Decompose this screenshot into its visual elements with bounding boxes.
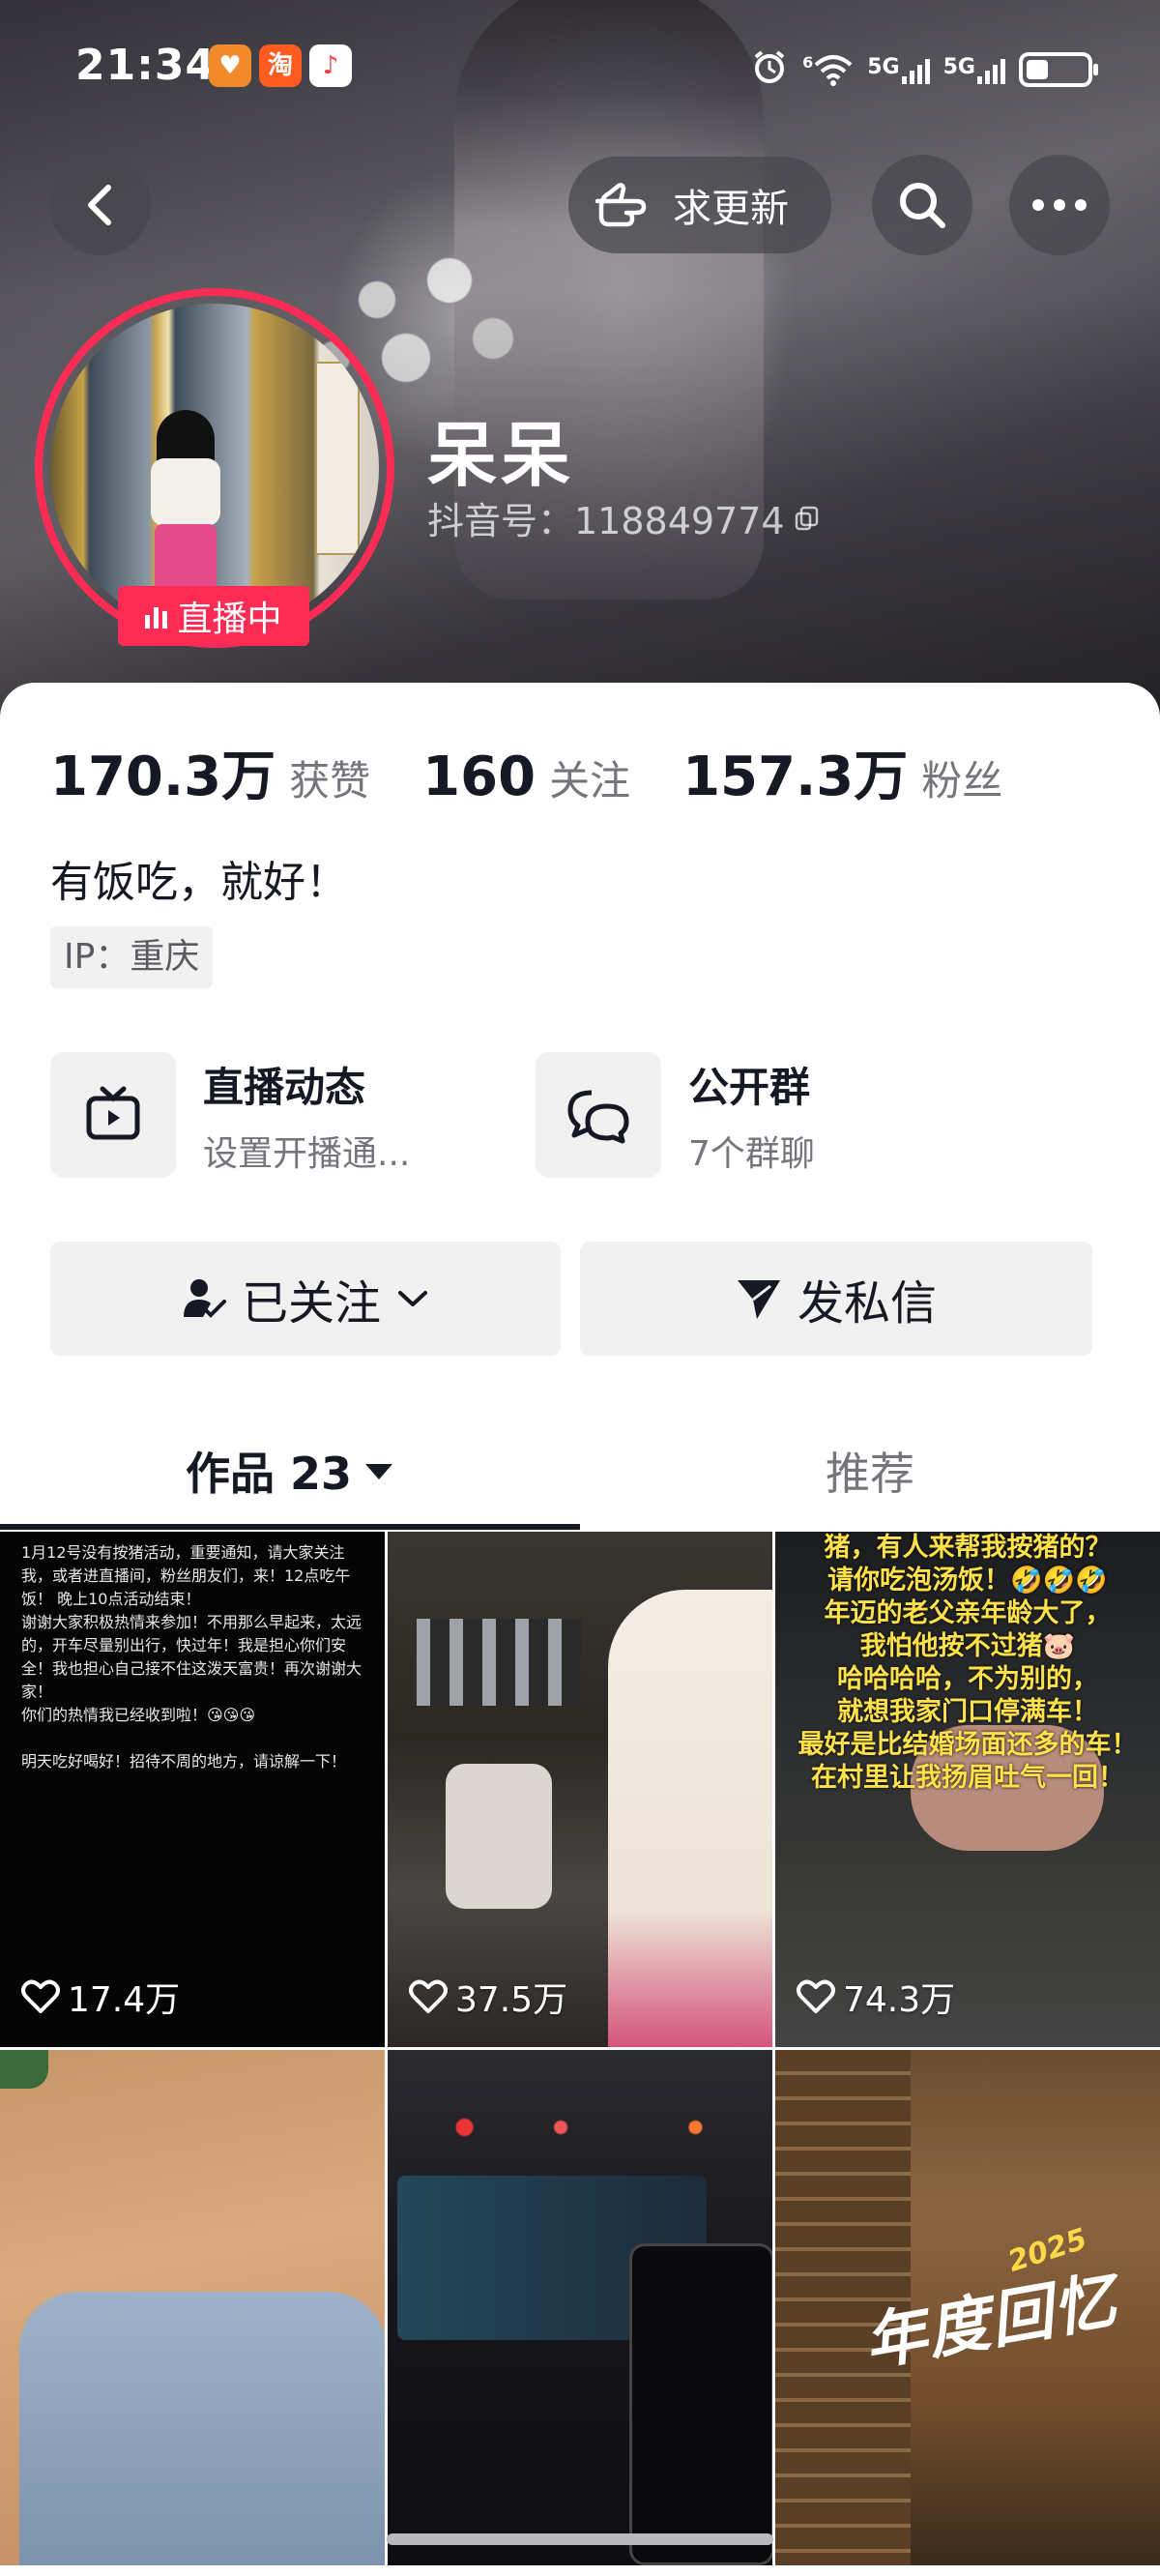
douyin-id-text: 抖音号：118849774 <box>427 500 785 542</box>
more-button[interactable] <box>1009 155 1110 255</box>
stat-likes-label: 获赞 <box>289 757 371 805</box>
stat-following-value: 160 <box>422 746 536 808</box>
send-icon <box>737 1280 780 1319</box>
home-indicator[interactable] <box>387 2533 773 2545</box>
cell-signal-2: 5G <box>943 55 1005 84</box>
send-message-label: 发私信 <box>797 1276 937 1331</box>
video-thumbnail-1[interactable]: 1月12号没有按猪活动，重要通知，请大家关注我，或者进直播间，粉丝朋友们，来！1… <box>0 1532 385 2047</box>
video-1-likes: 17.4万 <box>21 1972 180 2022</box>
group-chat-icon <box>536 1052 661 1178</box>
stat-followers-label: 粉丝 <box>921 757 1003 805</box>
copy-icon <box>795 506 818 530</box>
network-label-2: 5G <box>942 55 975 79</box>
wifi-icon: 6 <box>802 53 854 86</box>
app-icon-taobao: 淘 <box>259 44 302 87</box>
caret-down-icon <box>365 1464 393 1479</box>
live-updates-entry[interactable]: 直播动态 设置开播通... <box>50 1052 410 1178</box>
wifi-label: 6 <box>802 53 814 72</box>
battery-icon <box>1019 52 1098 87</box>
public-group-title: 公开群 <box>688 1063 811 1111</box>
status-icons: 6 5G 5G <box>750 47 1098 92</box>
stat-followers-value: 157.3万 <box>682 746 909 808</box>
tab-works[interactable]: 作品 23 <box>0 1414 580 1528</box>
tab-recommend-label: 推荐 <box>826 1448 914 1500</box>
status-time: 21:34 <box>75 41 217 90</box>
stats-row: 170.3万 获赞 160 关注 157.3万 粉丝 <box>50 733 1055 811</box>
stat-likes[interactable]: 170.3万 获赞 <box>50 733 370 811</box>
back-arrow-icon <box>88 185 111 225</box>
public-group-subtitle: 7个群聊 <box>688 1133 815 1174</box>
send-message-button[interactable]: 发私信 <box>580 1242 1092 1356</box>
request-update-label: 求更新 <box>673 187 789 231</box>
tab-underline <box>0 1524 580 1530</box>
bio: 有饭吃，就好！ <box>50 858 348 907</box>
user-check-icon <box>183 1279 226 1318</box>
tab-works-label: 作品 23 <box>185 1448 353 1500</box>
stat-followers[interactable]: 157.3万 粉丝 <box>682 733 1002 811</box>
video-1-likes-count: 17.4万 <box>68 1980 181 2020</box>
followed-label: 已关注 <box>241 1276 381 1331</box>
live-updates-subtitle: 设置开播通... <box>203 1133 411 1174</box>
video-3-likes: 74.3万 <box>797 1972 955 2022</box>
pointing-hand-icon <box>594 183 647 227</box>
stat-following[interactable]: 160 关注 <box>422 746 630 808</box>
network-label: 5G <box>867 55 900 79</box>
ip-tag: IP：重庆 <box>50 926 214 988</box>
nickname: 呆呆 <box>427 415 575 496</box>
video-3-likes-count: 74.3万 <box>843 1980 956 2020</box>
heart-icon <box>797 1979 835 2013</box>
more-dots-icon <box>1032 199 1087 211</box>
heart-icon <box>21 1979 60 2013</box>
public-group-entry[interactable]: 公开群 7个群聊 <box>536 1052 815 1178</box>
tv-icon <box>50 1052 176 1178</box>
video-thumbnail-6[interactable]: 2025 年度回忆 <box>775 2050 1160 2565</box>
video-2-likes: 37.5万 <box>409 1972 567 2022</box>
douyin-id[interactable]: 抖音号：118849774 <box>427 491 822 544</box>
followed-button[interactable]: 已关注 <box>50 1242 561 1356</box>
video-3-caption: 猪，有人来帮我按猪的？ 请你吃泡汤饭！🤣🤣🤣 年迈的老父亲年龄大了， 我怕他按不… <box>798 1533 1138 1793</box>
live-updates-title: 直播动态 <box>203 1063 366 1111</box>
video-thumbnail-2[interactable]: 37.5万 <box>388 1532 772 2047</box>
live-badge-label: 直播中 <box>177 600 282 639</box>
heart-icon <box>409 1979 448 2013</box>
live-bars-icon <box>145 603 168 629</box>
avatar-image <box>50 304 379 632</box>
stat-following-label: 关注 <box>549 757 631 805</box>
alarm-icon <box>750 47 789 92</box>
video-grid: 1月12号没有按猪活动，重要通知，请大家关注我，或者进直播间，粉丝朋友们，来！1… <box>0 1532 1160 2576</box>
app-icon-music: ♪ <box>309 44 352 87</box>
tab-recommend[interactable]: 推荐 <box>580 1414 1160 1528</box>
video-thumbnail-4[interactable] <box>0 2050 385 2565</box>
status-bar: 21:34 ♥ 淘 ♪ 6 5G 5G <box>0 35 1160 102</box>
search-button[interactable] <box>872 155 972 255</box>
video-thumbnail-3[interactable]: 猪，有人来帮我按猪的？ 请你吃泡汤饭！🤣🤣🤣 年迈的老父亲年龄大了， 我怕他按不… <box>775 1532 1160 2047</box>
chevron-down-icon <box>398 1291 427 1306</box>
search-icon <box>900 183 945 228</box>
request-update-button[interactable]: 求更新 <box>568 157 831 253</box>
profile-tabs: 作品 23 推荐 <box>0 1414 1160 1532</box>
video-1-text: 1月12号没有按猪活动，重要通知，请大家关注我，或者进直播间，粉丝朋友们，来！1… <box>21 1543 362 1771</box>
video-thumbnail-5[interactable] <box>388 2050 772 2565</box>
video-2-likes-count: 37.5万 <box>455 1980 568 2020</box>
cell-signal-1: 5G <box>867 55 930 84</box>
back-button[interactable] <box>50 155 151 255</box>
app-icon-heart: ♥ <box>209 44 251 87</box>
live-badge[interactable]: 直播中 <box>118 586 309 646</box>
stat-likes-value: 170.3万 <box>50 746 276 808</box>
